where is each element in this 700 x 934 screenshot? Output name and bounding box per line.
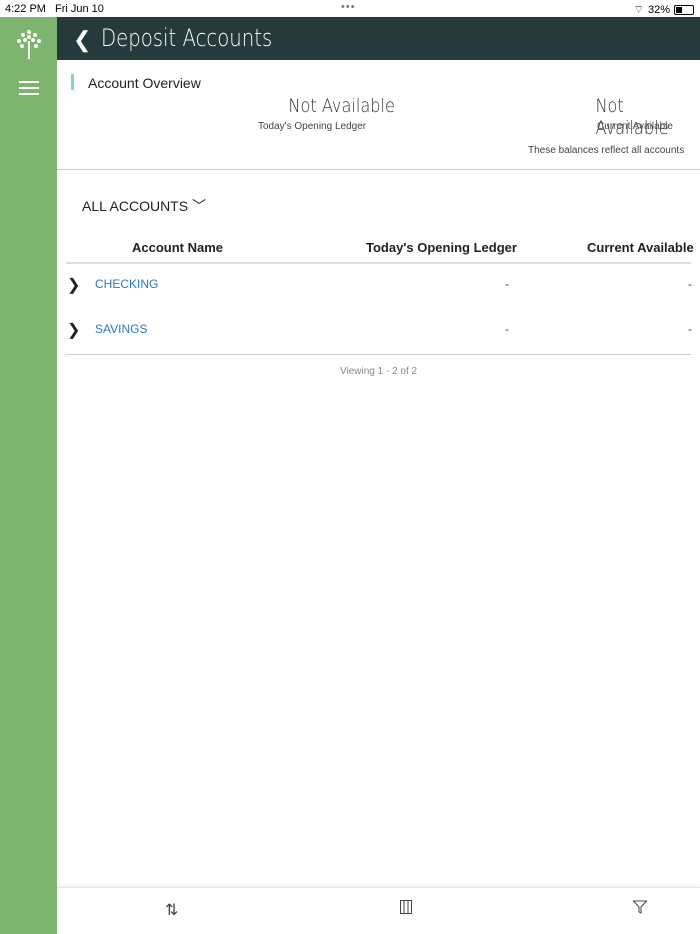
multitask-dots-icon[interactable]: ••• xyxy=(341,1,356,13)
hamburger-menu-icon[interactable] xyxy=(19,81,39,99)
table-divider xyxy=(66,354,691,355)
divider xyxy=(57,169,700,170)
date: Fri Jun 10 xyxy=(55,3,104,15)
pagination-text: Viewing 1 - 2 of 2 xyxy=(340,366,418,377)
wifi-icon: ⌔ xyxy=(633,4,644,16)
current-label: Current Available xyxy=(597,121,673,132)
current-cell: - xyxy=(688,322,692,336)
balances-note: These balances reflect all accounts xyxy=(528,145,685,156)
col-opening-ledger[interactable]: Today's Opening Ledger xyxy=(366,240,517,255)
account-link[interactable]: SAVINGS xyxy=(95,322,147,336)
current-cell: - xyxy=(688,277,692,291)
tree-logo-icon xyxy=(17,30,41,59)
expand-chevron-icon[interactable]: ❯ xyxy=(67,275,80,295)
account-filter-dropdown[interactable]: ALL ACCOUNTS ﹀ xyxy=(82,196,206,216)
header-divider xyxy=(66,262,691,264)
status-bar: 4:22 PM Fri Jun 10 ••• ⌔ 32% xyxy=(0,0,700,17)
battery-icon xyxy=(674,5,694,15)
time: 4:22 PM xyxy=(5,3,46,15)
back-button[interactable]: ❮ xyxy=(73,27,91,53)
opening-cell: - xyxy=(505,277,509,291)
accent-bar xyxy=(71,74,74,90)
opening-cell: - xyxy=(505,322,509,336)
filter-label: ALL ACCOUNTS xyxy=(82,198,189,214)
current-value: Not Available xyxy=(595,95,669,139)
chevron-down-icon: ﹀ xyxy=(191,198,206,214)
opening-label: Today's Opening Ledger xyxy=(258,121,367,132)
filter-icon[interactable] xyxy=(632,900,648,919)
opening-value: Not Available xyxy=(288,95,395,117)
col-current-available[interactable]: Current Available xyxy=(587,240,694,255)
battery-percent: 32% xyxy=(647,4,670,16)
page-header: ❮ Deposit Accounts xyxy=(57,17,700,60)
bottom-toolbar: ⇅ xyxy=(57,887,700,934)
col-account-name[interactable]: Account Name xyxy=(132,240,223,255)
columns-icon[interactable] xyxy=(400,900,412,919)
overview-label: Account Overview xyxy=(88,75,201,91)
account-link[interactable]: CHECKING xyxy=(95,277,158,291)
page-title: Deposit Accounts xyxy=(101,24,273,52)
expand-chevron-icon[interactable]: ❯ xyxy=(67,320,80,340)
sidebar xyxy=(0,17,57,934)
sort-icon[interactable]: ⇅ xyxy=(165,900,178,920)
